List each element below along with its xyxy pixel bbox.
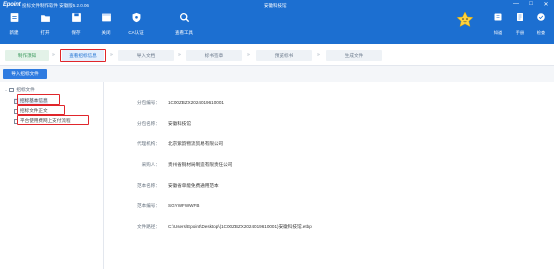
app-window: Epoint 投标文件制作软件 安徽版5.2.0.06 安徽科技馆 — □ ✕ … [0, 0, 554, 269]
folder-open-icon [40, 15, 50, 22]
field-label: 分包编号： [137, 100, 160, 105]
knowledge-label: 知道 [493, 30, 503, 35]
close-doc-icon [101, 13, 111, 22]
window-controls: — □ ✕ [512, 1, 550, 8]
close-doc-label: 关闭 [101, 30, 111, 35]
save-button[interactable]: 保存 [62, 12, 90, 36]
step-arrow-icon: » [178, 52, 181, 58]
manual-label: 手册 [515, 30, 525, 35]
highlight-box [60, 49, 106, 62]
knowledge-button[interactable]: 知道 [489, 12, 507, 36]
detail-row: 分包编号： 1C00ZBZX2024019610001 [104, 100, 554, 122]
step-instructions[interactable]: 制作须知 [5, 50, 49, 61]
step-preview[interactable]: 预览标书 [256, 50, 312, 61]
step-generate-file[interactable]: 生成文件 [326, 50, 382, 61]
detail-row: 采购人： 贵州省铜材局制造有限责任公司 [104, 162, 554, 184]
field-value: 1C00ZBZX2024019610001 [168, 100, 224, 105]
new-button[interactable]: 新建 [0, 12, 28, 36]
new-file-icon [10, 13, 18, 22]
titlebar: Epoint 投标文件制作软件 安徽版5.2.0.06 安徽科技馆 — □ ✕ … [0, 0, 554, 44]
highlight-box [17, 94, 60, 105]
mascot-icon [456, 11, 474, 27]
document-title: 安徽科技馆 [264, 2, 287, 8]
book-icon [494, 13, 502, 21]
folder-icon [9, 88, 15, 92]
field-value: 贵州省铜材局制造有限责任公司 [168, 162, 233, 167]
check-icon [537, 13, 545, 21]
step-bar: 制作须知 » 查看招标信息 » 导入文档 » 标书签章 » 预览标书 » 生成文… [0, 44, 554, 66]
field-label: 采购人： [141, 162, 160, 167]
file-tree: − 招标文件 招标基本信息 招标文件正文 平台使用费网上支付流程 [0, 82, 104, 269]
highlight-box [17, 115, 89, 125]
brand-logo: Epoint [3, 2, 21, 8]
ca-auth-label: CA认证 [128, 30, 144, 35]
step-sign-seal[interactable]: 标书签章 [186, 50, 242, 61]
minimize-button[interactable]: — [512, 1, 520, 8]
detail-row: 范本名称： 安徽省单能免费通用范本 [104, 183, 554, 205]
field-label: 范本名称： [137, 183, 160, 188]
maximize-button[interactable]: □ [527, 1, 535, 8]
open-label: 打开 [40, 30, 50, 35]
step-arrow-icon: » [317, 52, 320, 58]
save-icon [71, 13, 81, 22]
open-button[interactable]: 打开 [31, 12, 59, 36]
detail-panel: 分包编号： 1C00ZBZX2024019610001 分包名称： 安徽科技馆 … [104, 82, 554, 269]
close-doc-button[interactable]: 关闭 [92, 12, 120, 36]
app-title: 投标文件制作软件 安徽版5.2.0.06 [22, 2, 90, 8]
detail-row: 文件路径： C:\Users\Epoint\Desktop\(1C00ZBZX2… [104, 224, 554, 246]
detail-row: 范本编号： SGYWFWWFB [104, 203, 554, 225]
field-value: 北京紫韵物流贸易有限公司 [168, 141, 224, 146]
field-value: SGYWFWWFB [168, 203, 200, 208]
shield-icon [132, 12, 140, 23]
step-arrow-icon: » [247, 52, 250, 58]
detail-row: 代理机构： 北京紫韵物流贸易有限公司 [104, 141, 554, 163]
tree-root[interactable]: − 招标文件 [5, 87, 35, 93]
ca-auth-button[interactable]: CA认证 [122, 12, 150, 36]
field-label: 范本编号： [137, 203, 160, 208]
import-tender-button[interactable]: 导入招标文件 [3, 69, 47, 79]
collapse-icon: − [5, 87, 8, 93]
view-tools-label: 查看工具 [175, 30, 193, 35]
new-label: 新建 [9, 30, 19, 35]
check-label: 检查 [536, 30, 546, 35]
view-tools-button[interactable]: 查看工具 [170, 12, 198, 36]
check-button[interactable]: 检查 [532, 12, 550, 36]
save-label: 保存 [71, 30, 81, 35]
step-arrow-icon: » [52, 52, 55, 58]
close-window-button[interactable]: ✕ [542, 1, 550, 8]
step-arrow-icon: » [110, 52, 113, 58]
field-value: 安徽科技馆 [168, 121, 191, 126]
field-label: 代理机构： [137, 141, 160, 146]
field-label: 分包名称： [137, 121, 160, 126]
search-icon [179, 12, 189, 23]
detail-row: 分包名称： 安徽科技馆 [104, 121, 554, 143]
highlight-box [17, 105, 65, 115]
manual-icon [517, 13, 523, 21]
manual-button[interactable]: 手册 [511, 12, 529, 36]
tree-root-label: 招标文件 [16, 87, 35, 92]
file-path-value: C:\Users\Epoint\Desktop\(1C00ZBZX2024019… [168, 224, 312, 229]
field-value: 安徽省单能免费通用范本 [168, 183, 219, 188]
step-import-document[interactable]: 导入文档 [118, 50, 174, 61]
field-label: 文件路径： [137, 224, 160, 229]
